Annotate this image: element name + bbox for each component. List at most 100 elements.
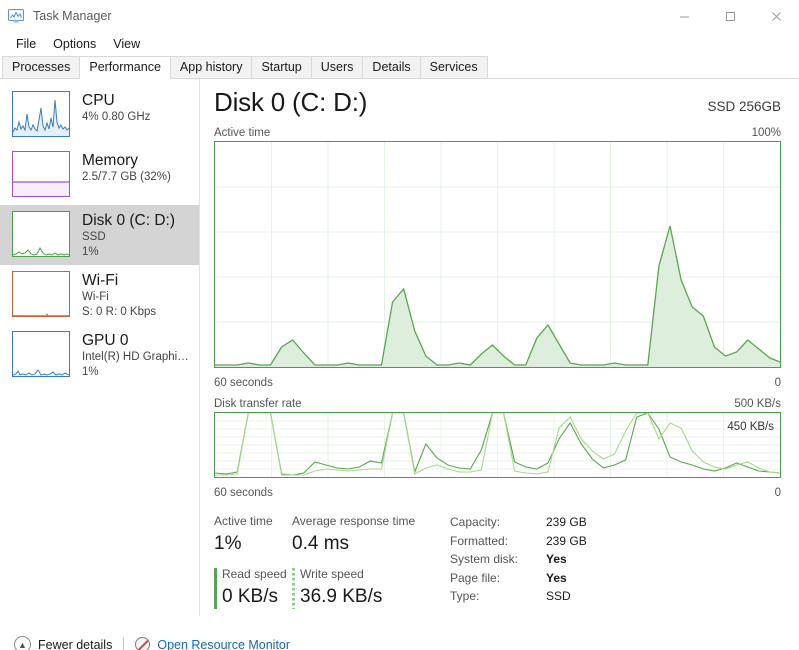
tab-startup[interactable]: Startup [251,56,312,78]
sidebar-item-gpu[interactable]: GPU 0 Intel(R) HD Graphics ... 1% [0,325,199,385]
tab-performance[interactable]: Performance [79,56,171,79]
write-speed-value: 36.9 KB/s [300,586,383,607]
read-speed-stat: Read speed 0 KB/s [214,566,292,611]
tab-details[interactable]: Details [362,56,421,78]
transfer-rate-x-right: 0 [774,487,781,499]
minimize-icon [679,16,689,17]
sidebar-item-cpu[interactable]: CPU 4% 0.80 GHz [0,85,199,145]
content-area: CPU 4% 0.80 GHz Memory 2.5/7.7 GB (32%) [0,79,799,616]
stats-row: Active time 1% Average response time 0.4… [214,513,781,611]
active-time-caption-row: Active time 100% [214,127,781,139]
info-row-type: Type: SSD [450,587,587,606]
title-bar: Task Manager [0,0,799,32]
close-icon [771,11,781,21]
sidebar-item-memory-title: Memory [82,152,138,169]
footer-bar: ▲ Fewer details Open Resource Monitor [0,616,799,650]
avg-response-stat-label: Average response time [292,514,416,528]
menu-item-file[interactable]: File [8,35,44,53]
active-time-stat: Active time 1% [214,513,292,558]
main-panel: Disk 0 (C: D:) SSD 256GB Active time 100… [200,79,799,616]
maximize-button[interactable] [707,0,753,32]
sidebar-item-wifi[interactable]: Wi-Fi Wi-Fi S: 0 R: 0 Kbps [0,265,199,325]
fewer-details-button[interactable]: Fewer details [38,638,112,650]
info-key-page-file: Page file: [450,570,501,585]
sidebar-item-cpu-title: CPU [82,92,115,109]
active-time-axis-row: 60 seconds 0 [214,377,781,389]
window-title: Task Manager [33,9,112,23]
info-key-type: Type: [450,589,480,603]
info-val-type: SSD [546,589,571,603]
main-header: Disk 0 (C: D:) SSD 256GB [214,87,781,118]
footer-separator [123,637,125,650]
tab-app-history[interactable]: App history [169,56,253,78]
transfer-rate-x-left: 60 seconds [214,487,273,499]
sidebar-item-memory-sub: 2.5/7.7 GB (32%) [82,171,171,183]
info-row-system-disk: System disk: Yes [450,550,587,569]
tab-users[interactable]: Users [310,56,364,78]
disk-info-table: Capacity: 239 GB Formatted: 239 GB Syste… [450,513,587,611]
chevron-up-icon[interactable]: ▲ [14,636,31,650]
sidebar: CPU 4% 0.80 GHz Memory 2.5/7.7 GB (32%) [0,79,200,616]
info-key-capacity: Capacity: [450,515,501,529]
info-key-system-disk: System disk: [450,552,519,566]
sidebar-item-disk-sub1: SSD [82,231,106,243]
maximize-icon [725,11,735,21]
info-row-formatted: Formatted: 239 GB [450,532,587,551]
info-row-capacity: Capacity: 239 GB [450,513,587,532]
info-val-formatted: 239 GB [546,533,587,548]
sidebar-item-disk[interactable]: Disk 0 (C: D:) SSD 1% [0,205,199,265]
sidebar-item-cpu-text: CPU 4% 0.80 GHz [82,91,150,125]
active-time-stat-value: 1% [214,533,242,554]
speed-stats-row: Read speed 0 KB/s Write speed 36.9 KB/s [214,566,442,611]
active-time-stat-label: Active time [214,514,273,528]
transfer-rate-graph[interactable]: 450 KB/s [214,412,781,478]
tab-strip: Processes Performance App history Startu… [0,56,799,79]
gpu-thumbnail [12,331,70,377]
read-speed-color-bar [214,568,217,609]
page-title: Disk 0 (C: D:) [214,87,368,117]
active-time-plot [215,142,780,367]
transfer-rate-max: 500 KB/s [734,398,781,410]
sidebar-item-gpu-sub1: Intel(R) HD Graphics ... [82,351,193,363]
sidebar-item-disk-text: Disk 0 (C: D:) SSD 1% [82,211,175,260]
cpu-thumbnail [12,91,70,137]
avg-response-stat-value: 0.4 ms [292,533,350,554]
active-time-x-left: 60 seconds [214,377,273,389]
task-manager-icon [8,8,25,24]
menu-item-options[interactable]: Options [45,35,104,53]
sidebar-item-memory[interactable]: Memory 2.5/7.7 GB (32%) [0,145,199,205]
sidebar-item-wifi-text: Wi-Fi Wi-Fi S: 0 R: 0 Kbps [82,271,156,320]
tab-services[interactable]: Services [419,56,488,78]
tab-processes[interactable]: Processes [2,56,81,78]
transfer-rate-plot [215,413,780,477]
info-val-system-disk: Yes [546,552,567,566]
sidebar-item-gpu-title: GPU 0 [82,332,129,349]
read-speed-label: Read speed [222,567,287,581]
menu-item-view[interactable]: View [105,35,148,53]
sidebar-item-disk-title: Disk 0 (C: D:) [82,212,175,229]
transfer-rate-float-label: 450 KB/s [727,421,774,433]
sidebar-item-wifi-sub2: S: 0 R: 0 Kbps [82,306,157,318]
resource-monitor-icon[interactable] [135,637,151,650]
transfer-rate-axis-row: 60 seconds 0 [214,487,781,499]
write-speed-color-bar [292,568,295,609]
sidebar-item-wifi-title: Wi-Fi [82,272,119,289]
sidebar-item-cpu-sub: 4% 0.80 GHz [82,111,151,123]
read-speed-value: 0 KB/s [222,586,278,607]
transfer-rate-caption: Disk transfer rate [214,398,302,410]
memory-thumbnail [12,151,70,197]
close-button[interactable] [753,0,799,32]
transfer-rate-caption-row: Disk transfer rate 500 KB/s [214,398,781,410]
write-speed-stat: Write speed 36.9 KB/s [292,566,442,611]
avg-response-stat: Average response time 0.4 ms [292,513,442,558]
minimize-button[interactable] [661,0,707,32]
open-resource-monitor-link[interactable]: Open Resource Monitor [157,638,290,650]
active-time-graph[interactable] [214,141,781,368]
info-row-page-file: Page file: Yes [450,569,587,588]
sidebar-item-wifi-sub1: Wi-Fi [82,291,109,303]
menu-bar: File Options View [0,32,799,56]
disk-thumbnail [12,211,70,257]
info-key-formatted: Formatted: [450,533,509,548]
stats-left-group: Active time 1% Average response time 0.4… [214,513,442,611]
sidebar-item-gpu-text: GPU 0 Intel(R) HD Graphics ... 1% [82,331,193,380]
